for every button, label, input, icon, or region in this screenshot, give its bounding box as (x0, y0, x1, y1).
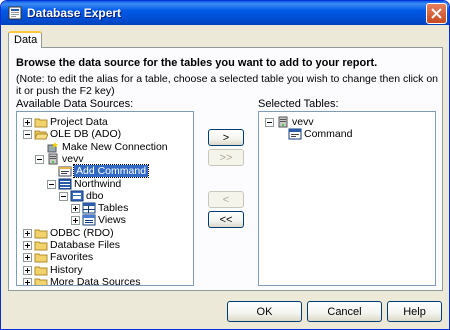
available-source-label: Favorites (50, 251, 94, 264)
expand-icon[interactable] (71, 204, 80, 214)
available-source-row[interactable]: Database Files (17, 239, 187, 251)
available-source-label: More Data Sources (50, 275, 141, 286)
window-title: Database Expert (27, 6, 122, 20)
available-source-row[interactable]: Northwind (17, 178, 187, 190)
available-source-row[interactable]: OLE DB (ADO) (17, 128, 187, 140)
expand-icon[interactable] (23, 241, 32, 250)
tab-data[interactable]: Data (8, 31, 42, 48)
selected-table-label: vevv (292, 116, 314, 128)
server-icon (48, 153, 58, 165)
command-table-icon (288, 128, 302, 140)
tab-data-label: Data (14, 34, 38, 46)
folder-icon (34, 241, 48, 251)
available-source-label: Northwind (74, 177, 122, 190)
collapse-icon[interactable] (265, 118, 274, 127)
available-source-row[interactable]: Views (17, 214, 187, 226)
collapse-icon[interactable] (59, 191, 68, 201)
table-folder-icon (82, 202, 96, 214)
help-label: Help (403, 306, 426, 318)
view-folder-icon (82, 214, 96, 226)
title-bar[interactable]: Database Expert (1, 1, 449, 25)
expand-icon[interactable] (23, 253, 32, 263)
available-source-label: OLE DB (ADO) (50, 128, 122, 141)
available-source-label: Make New Connection (62, 140, 168, 153)
remove-all-button[interactable]: << (208, 211, 244, 228)
available-source-label: Project Data (50, 116, 108, 128)
crystal-reports-icon (8, 6, 22, 20)
available-source-row[interactable]: Add Command (17, 164, 187, 179)
folder-icon (34, 253, 48, 263)
server-icon (278, 116, 288, 128)
available-source-row[interactable]: Project Data (17, 116, 187, 128)
available-source-row[interactable]: History (17, 264, 187, 276)
ok-button[interactable]: OK (227, 301, 302, 322)
schema-icon (70, 190, 84, 202)
selected-tables-label: Selected Tables: (258, 98, 339, 110)
expand-icon[interactable] (71, 216, 80, 226)
folder-open-icon (34, 130, 48, 140)
expand-icon[interactable] (23, 277, 32, 285)
help-button[interactable]: Help (387, 301, 442, 322)
close-button[interactable] (426, 3, 447, 24)
available-source-row[interactable]: Tables (17, 202, 187, 214)
new-connection-icon (47, 141, 58, 153)
expand-icon[interactable] (23, 118, 32, 127)
alias-note: (Note: to edit the alias for a table, ch… (16, 73, 439, 97)
available-source-row[interactable]: dbo (17, 190, 187, 202)
database-icon (58, 178, 72, 189)
available-source-label: History (50, 263, 83, 276)
folder-icon (34, 266, 48, 276)
available-source-row[interactable]: More Data Sources (17, 275, 187, 286)
selected-table-row[interactable]: Command (259, 128, 429, 140)
close-icon (431, 8, 442, 19)
database-expert-window: Database Expert Data Browse the data sou… (0, 0, 450, 330)
collapse-icon[interactable] (35, 154, 44, 164)
remove-all-label: << (219, 214, 233, 226)
available-source-label: Add Command (72, 164, 150, 179)
available-source-row[interactable]: vevv (17, 153, 187, 165)
available-source-row[interactable]: Favorites (17, 251, 187, 263)
available-source-row[interactable]: Make New Connection (17, 141, 187, 153)
add-table-label: > (222, 132, 230, 144)
selected-table-label: Command (304, 128, 353, 141)
available-source-row[interactable]: ODBC (RDO) (17, 227, 187, 239)
available-sources-label: Available Data Sources: (16, 98, 134, 110)
instruction-heading: Browse the data source for the tables yo… (16, 57, 378, 69)
available-source-label: Tables (98, 202, 129, 215)
folder-icon (34, 278, 48, 285)
selected-table-row[interactable]: vevv (259, 116, 429, 128)
available-source-label: dbo (86, 189, 104, 202)
collapse-icon[interactable] (47, 179, 56, 189)
available-source-label: ODBC (RDO) (50, 226, 114, 239)
expand-icon[interactable] (23, 265, 32, 275)
collapse-icon[interactable] (23, 130, 32, 140)
cancel-label: Cancel (327, 306, 362, 318)
selected-tables-tree[interactable]: vevv Command (258, 111, 436, 286)
command-icon (58, 166, 72, 177)
expand-icon[interactable] (23, 228, 32, 238)
add-all-label: >> (219, 152, 233, 164)
folder-icon (34, 118, 48, 128)
available-sources-tree[interactable]: Project Data OLE DB (ADO) Make New Connect… (16, 111, 194, 286)
add-all-button[interactable]: >> (208, 149, 244, 166)
ok-label: OK (256, 306, 273, 318)
cancel-button[interactable]: Cancel (307, 301, 382, 322)
available-source-label: vevv (62, 152, 84, 165)
available-source-label: Views (98, 214, 126, 227)
remove-table-button[interactable]: < (208, 191, 244, 208)
remove-table-label: < (222, 194, 230, 206)
available-source-label: Database Files (50, 239, 121, 251)
folder-icon (34, 229, 48, 239)
add-table-button[interactable]: > (208, 129, 244, 146)
